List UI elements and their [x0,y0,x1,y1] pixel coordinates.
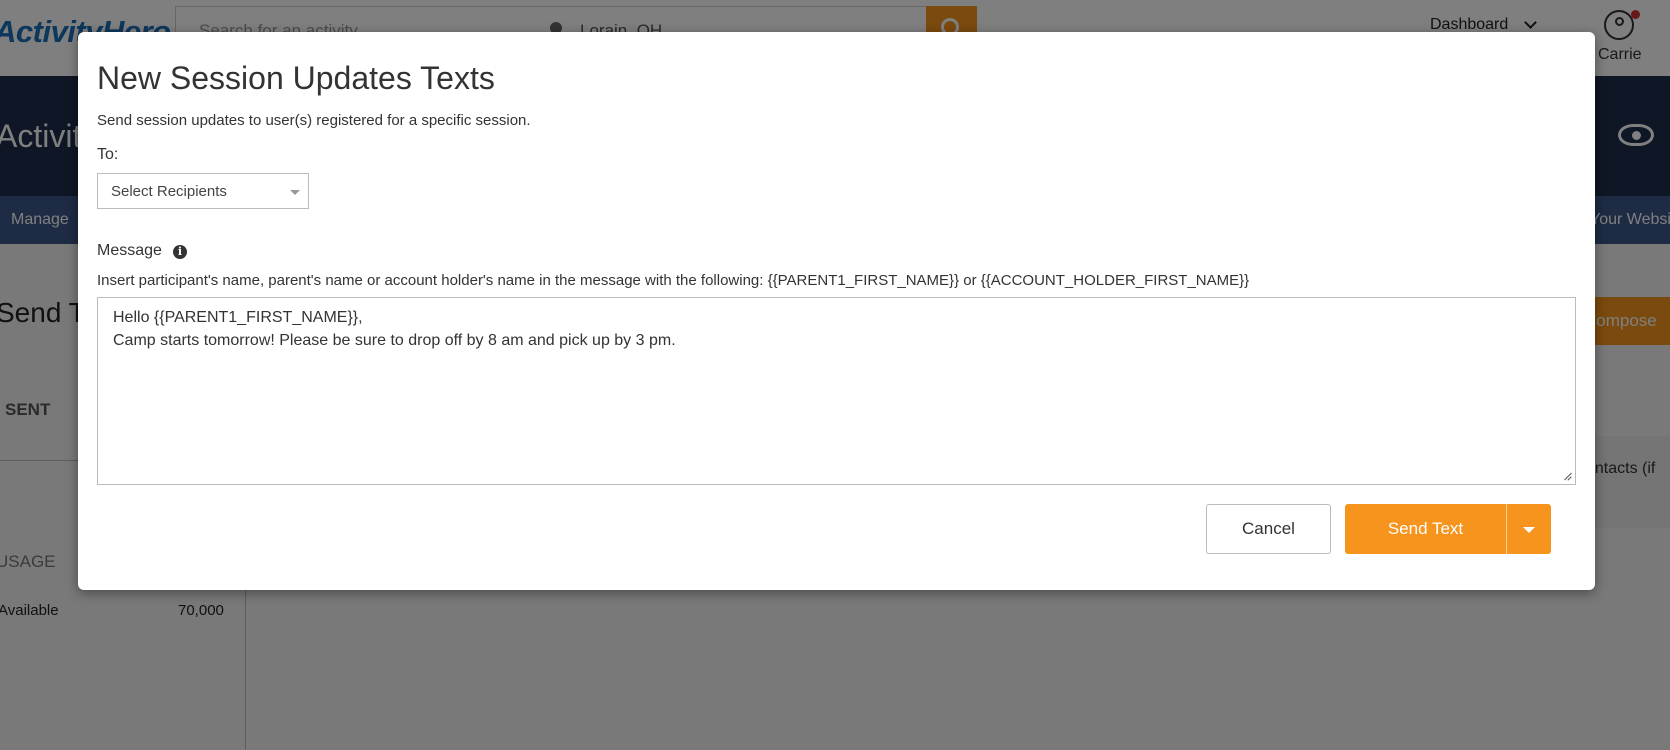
message-hint: Insert participant's name, parent's name… [97,272,1250,289]
send-text-button[interactable]: Send Text [1345,504,1506,554]
resize-handle-icon[interactable] [1562,471,1572,481]
cancel-button[interactable]: Cancel [1206,504,1331,554]
modal-subtitle: Send session updates to user(s) register… [97,112,531,129]
info-icon[interactable]: i [173,245,187,259]
recipients-select[interactable]: Select Recipients [97,173,309,209]
message-textarea[interactable]: Hello {{PARENT1_FIRST_NAME}}, Camp start… [97,297,1576,485]
message-label: Message [97,242,162,259]
modal-title: New Session Updates Texts [97,60,495,96]
send-options-dropdown[interactable] [1506,504,1551,554]
session-updates-modal: New Session Updates Texts Send session u… [78,32,1595,590]
caret-down-icon [1523,527,1535,533]
to-label: To: [97,146,119,163]
recipients-placeholder: Select Recipients [111,183,227,200]
caret-down-icon [290,190,300,195]
